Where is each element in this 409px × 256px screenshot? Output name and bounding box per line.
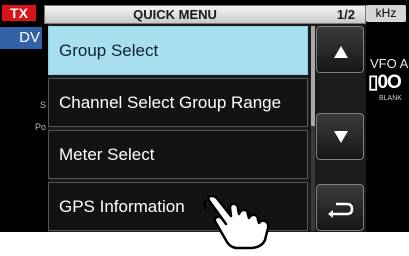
frequency-digits: ▯0O bbox=[368, 72, 402, 93]
menu-item-meter-select[interactable]: Meter Select bbox=[48, 130, 308, 179]
po-meter-label: Po bbox=[35, 122, 47, 132]
menu-item-channel-select-group-range[interactable]: Channel Select Group Range bbox=[48, 78, 308, 127]
back-button[interactable] bbox=[316, 184, 364, 231]
s-meter-label: S bbox=[40, 100, 47, 110]
menu-item-group-select[interactable]: Group Select bbox=[48, 26, 308, 75]
scrollbar-thumb[interactable] bbox=[311, 26, 315, 126]
return-arrow-icon bbox=[328, 202, 354, 218]
menu-header: QUICK MENU 1/2 bbox=[44, 5, 366, 24]
mode-indicator: DV bbox=[0, 27, 42, 49]
triangle-up-icon bbox=[334, 46, 348, 58]
vfo-label: VFO A bbox=[370, 56, 409, 71]
tapping-hand-icon bbox=[203, 194, 270, 250]
unit-indicator: kHz bbox=[366, 5, 406, 22]
menu-title: QUICK MENU bbox=[133, 7, 217, 22]
triangle-down-icon bbox=[334, 131, 348, 143]
scroll-up-button[interactable] bbox=[316, 26, 364, 73]
tx-indicator: TX bbox=[2, 5, 36, 21]
blank-label: BLANK bbox=[379, 95, 402, 102]
scroll-down-button[interactable] bbox=[316, 113, 364, 160]
page-indicator: 1/2 bbox=[336, 7, 355, 22]
